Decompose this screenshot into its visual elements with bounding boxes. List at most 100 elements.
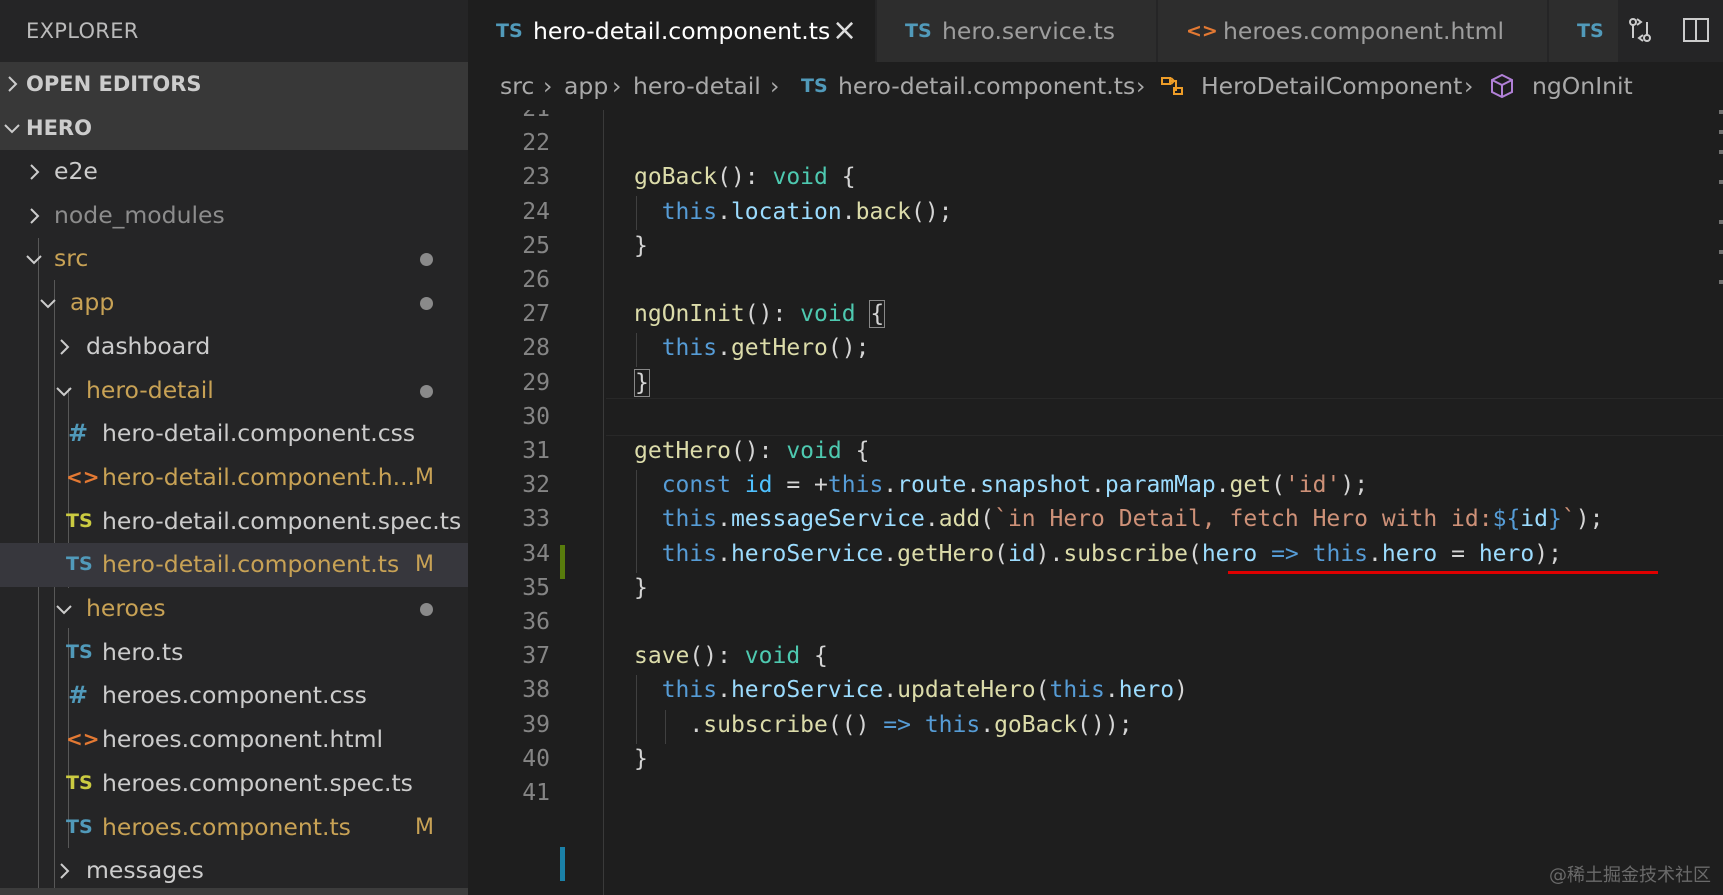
breadcrumb-hero-detail[interactable]: hero-detail bbox=[633, 62, 761, 110]
chevron-down-icon bbox=[52, 379, 76, 403]
ts-spec-file-icon: TS bbox=[66, 771, 93, 794]
open-changes-icon[interactable] bbox=[1624, 14, 1656, 46]
code-line[interactable]: .subscribe(() => this.goBack()); bbox=[634, 708, 1132, 742]
breadcrumb-src[interactable]: src bbox=[500, 62, 534, 110]
tree-file-hero-detail-ts[interactable]: TS hero-detail.component.ts M bbox=[0, 543, 468, 587]
tree-file-hero-detail-css[interactable]: # hero-detail.component.css bbox=[0, 412, 468, 456]
modified-badge: M bbox=[415, 552, 434, 578]
tab-overflow-ts[interactable]: TS bbox=[1549, 0, 1619, 62]
tree-folder-dashboard[interactable]: dashboard bbox=[0, 325, 468, 369]
code-token: . bbox=[980, 711, 995, 738]
code-line[interactable]: } bbox=[634, 742, 648, 776]
tree-file-heroes-css[interactable]: # heroes.component.css bbox=[0, 674, 468, 718]
code-line[interactable]: this.getHero(); bbox=[634, 331, 870, 365]
tree-file-heroes-spec[interactable]: TS heroes.component.spec.ts bbox=[0, 762, 468, 806]
code-token: ( bbox=[994, 540, 1008, 567]
code-line[interactable]: } bbox=[634, 366, 650, 400]
open-editors-label: OPEN EDITORS bbox=[26, 72, 202, 96]
code-editor[interactable]: 21 22 23 24 25 26 27 28 29 30 31 32 33 34 35 36 37 38 39 40… bbox=[468, 110, 1723, 895]
code-token: getHero bbox=[634, 438, 731, 464]
code-line[interactable]: this.location.back(); bbox=[634, 195, 953, 229]
line-number: 28 bbox=[522, 335, 550, 362]
line-number: 33 bbox=[522, 506, 550, 533]
close-icon[interactable]: × bbox=[832, 0, 857, 62]
split-editor-icon[interactable] bbox=[1680, 14, 1712, 46]
code-token: { bbox=[869, 300, 886, 329]
chevron-right-icon bbox=[22, 204, 46, 228]
code-token: . bbox=[1368, 540, 1382, 567]
tree-item-label: app bbox=[70, 288, 115, 317]
editor-gutter-border bbox=[603, 110, 604, 895]
line-number: 30 bbox=[522, 403, 550, 430]
code-line[interactable]: save(): void { bbox=[634, 639, 828, 673]
indent-guide bbox=[665, 710, 666, 744]
code-line[interactable]: const id = +this.route.snapshot.paramMap… bbox=[634, 468, 1368, 502]
ts-file-icon: TS bbox=[801, 75, 828, 97]
tab-hero-service-ts[interactable]: TS hero.service.ts bbox=[877, 0, 1157, 62]
code-token: get bbox=[1229, 472, 1272, 499]
code-token: { bbox=[827, 164, 856, 191]
line-number: 32 bbox=[522, 472, 550, 499]
code-token: 'id' bbox=[1284, 472, 1341, 499]
overview-ruler bbox=[1719, 110, 1723, 284]
line-number: 39 bbox=[522, 711, 550, 738]
code-token: ); bbox=[1534, 540, 1562, 567]
breadcrumb-file[interactable]: hero-detail.component.ts bbox=[838, 62, 1135, 110]
tab-heroes-component-html[interactable]: <> heroes.component.html bbox=[1158, 0, 1548, 62]
line-number: 40 bbox=[522, 745, 550, 772]
code-token: ); bbox=[1340, 472, 1369, 499]
code-token: this bbox=[661, 677, 718, 704]
tree-item-label: heroes.component.ts bbox=[102, 812, 351, 841]
code-token: . bbox=[717, 335, 731, 362]
breadcrumb-method[interactable]: ngOnInit bbox=[1532, 62, 1633, 110]
project-section-hero[interactable]: HERO bbox=[0, 106, 468, 150]
code-token: subscribe bbox=[703, 711, 828, 738]
tree-file-heroes-ts[interactable]: TS heroes.component.ts M bbox=[0, 806, 468, 850]
tab-hero-detail-component-ts[interactable]: TS hero-detail.component.ts × bbox=[468, 0, 876, 62]
code-token: { bbox=[800, 643, 828, 670]
code-token: (): bbox=[717, 164, 773, 191]
code-line[interactable]: this.heroService.getHero(id).subscribe(h… bbox=[634, 537, 1562, 571]
tree-item-label: heroes.component.html bbox=[102, 725, 383, 754]
line-number: 23 bbox=[522, 164, 550, 191]
tree-file-hero-ts[interactable]: TS hero.ts bbox=[0, 631, 468, 675]
code-token: . bbox=[717, 506, 731, 533]
tree-file-heroes-html[interactable]: <> heroes.component.html bbox=[0, 718, 468, 762]
tree-item-label: heroes.component.spec.ts bbox=[102, 768, 413, 797]
tab-label: hero.service.ts bbox=[942, 17, 1116, 45]
tree-folder-e2e[interactable]: e2e bbox=[0, 150, 468, 194]
modified-dot bbox=[420, 297, 433, 311]
indent-guide bbox=[636, 675, 637, 744]
tree-folder-app[interactable]: app bbox=[0, 281, 468, 325]
open-editors-section[interactable]: OPEN EDITORS bbox=[0, 62, 468, 106]
code-token: . bbox=[1104, 677, 1119, 704]
code-token: . bbox=[717, 198, 731, 225]
code-token: . bbox=[717, 677, 731, 704]
chevron-right-icon: › bbox=[1136, 72, 1146, 100]
code-token: = bbox=[1437, 540, 1479, 567]
tree-folder-heroes[interactable]: heroes bbox=[0, 587, 468, 631]
chevron-right-icon bbox=[52, 335, 76, 359]
code-line[interactable]: } bbox=[634, 571, 648, 605]
breadcrumb-class[interactable]: HeroDetailComponent bbox=[1201, 62, 1462, 110]
code-line[interactable]: ngOnInit(): void { bbox=[634, 297, 886, 331]
code-token: (); bbox=[827, 335, 870, 362]
code-line[interactable]: } bbox=[634, 229, 648, 263]
tree-folder-messages[interactable]: messages bbox=[0, 849, 468, 893]
code-token: } bbox=[634, 232, 648, 259]
code-token: this bbox=[661, 335, 718, 362]
code-line[interactable]: getHero(): void { bbox=[634, 434, 869, 468]
code-line[interactable]: this.heroService.updateHero(this.hero) bbox=[634, 673, 1188, 707]
breadcrumb-app[interactable]: app bbox=[564, 62, 608, 110]
tree-file-hero-detail-html[interactable]: <> hero-detail.component.h... M bbox=[0, 456, 468, 500]
tree-folder-node-modules[interactable]: node_modules bbox=[0, 194, 468, 238]
tree-file-hero-detail-spec[interactable]: TS hero-detail.component.spec.ts bbox=[0, 500, 468, 544]
code-token: snapshot bbox=[980, 472, 1092, 499]
code-line[interactable]: goBack(): void { bbox=[634, 160, 856, 194]
code-line[interactable]: this.messageService.add(`in Hero Detail,… bbox=[634, 502, 1604, 536]
tree-folder-src[interactable]: src bbox=[0, 237, 468, 281]
tree-folder-hero-detail[interactable]: hero-detail bbox=[0, 369, 468, 413]
